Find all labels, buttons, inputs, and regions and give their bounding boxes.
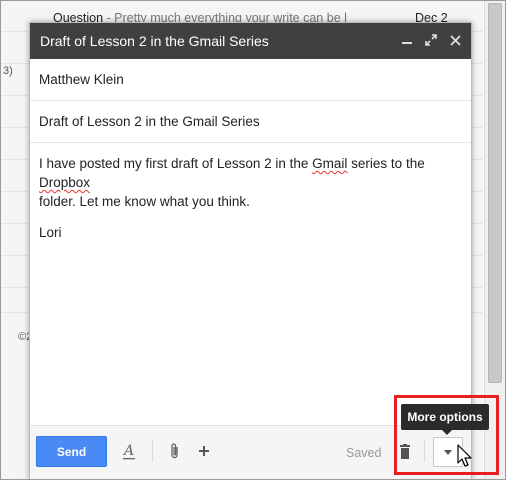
more-options-tooltip: More options: [401, 404, 489, 430]
misspelled-word[interactable]: Gmail: [312, 156, 347, 171]
scrollbar-thumb[interactable]: [488, 3, 502, 383]
pop-out-icon[interactable]: [422, 31, 440, 49]
body-paragraph: I have posted my first draft of Lesson 2…: [39, 156, 425, 209]
close-icon[interactable]: [446, 31, 464, 49]
save-status: Saved: [346, 446, 382, 460]
more-options-button[interactable]: [433, 437, 463, 467]
compose-toolbar: Send A Saved: [30, 425, 471, 480]
subject-field[interactable]: Draft of Lesson 2 in the Gmail Series: [30, 101, 471, 143]
inbox-count-fragment: 3): [3, 65, 13, 77]
signature: Lori: [39, 225, 62, 240]
svg-text:A: A: [122, 443, 134, 459]
message-body[interactable]: I have posted my first draft of Lesson 2…: [39, 154, 459, 254]
formatting-options-icon[interactable]: A: [122, 440, 136, 462]
compose-title: Draft of Lesson 2 in the Gmail Series: [40, 33, 269, 49]
toolbar-divider: [424, 440, 425, 462]
discard-draft-icon[interactable]: [398, 440, 412, 462]
compose-header[interactable]: Draft of Lesson 2 in the Gmail Series: [30, 23, 471, 59]
minimize-icon[interactable]: [398, 31, 416, 49]
to-field[interactable]: Matthew Klein: [30, 59, 471, 101]
attach-file-icon[interactable]: [169, 440, 181, 462]
insert-more-icon[interactable]: [198, 440, 210, 462]
misspelled-word[interactable]: Dropbox: [39, 175, 90, 190]
chevron-down-icon: [444, 449, 452, 455]
to-recipient: Matthew Klein: [39, 72, 124, 87]
send-button[interactable]: Send: [36, 436, 107, 467]
tooltip-arrow: [442, 430, 452, 435]
toolbar-divider: [152, 440, 153, 462]
subject-value: Draft of Lesson 2 in the Gmail Series: [39, 114, 260, 129]
